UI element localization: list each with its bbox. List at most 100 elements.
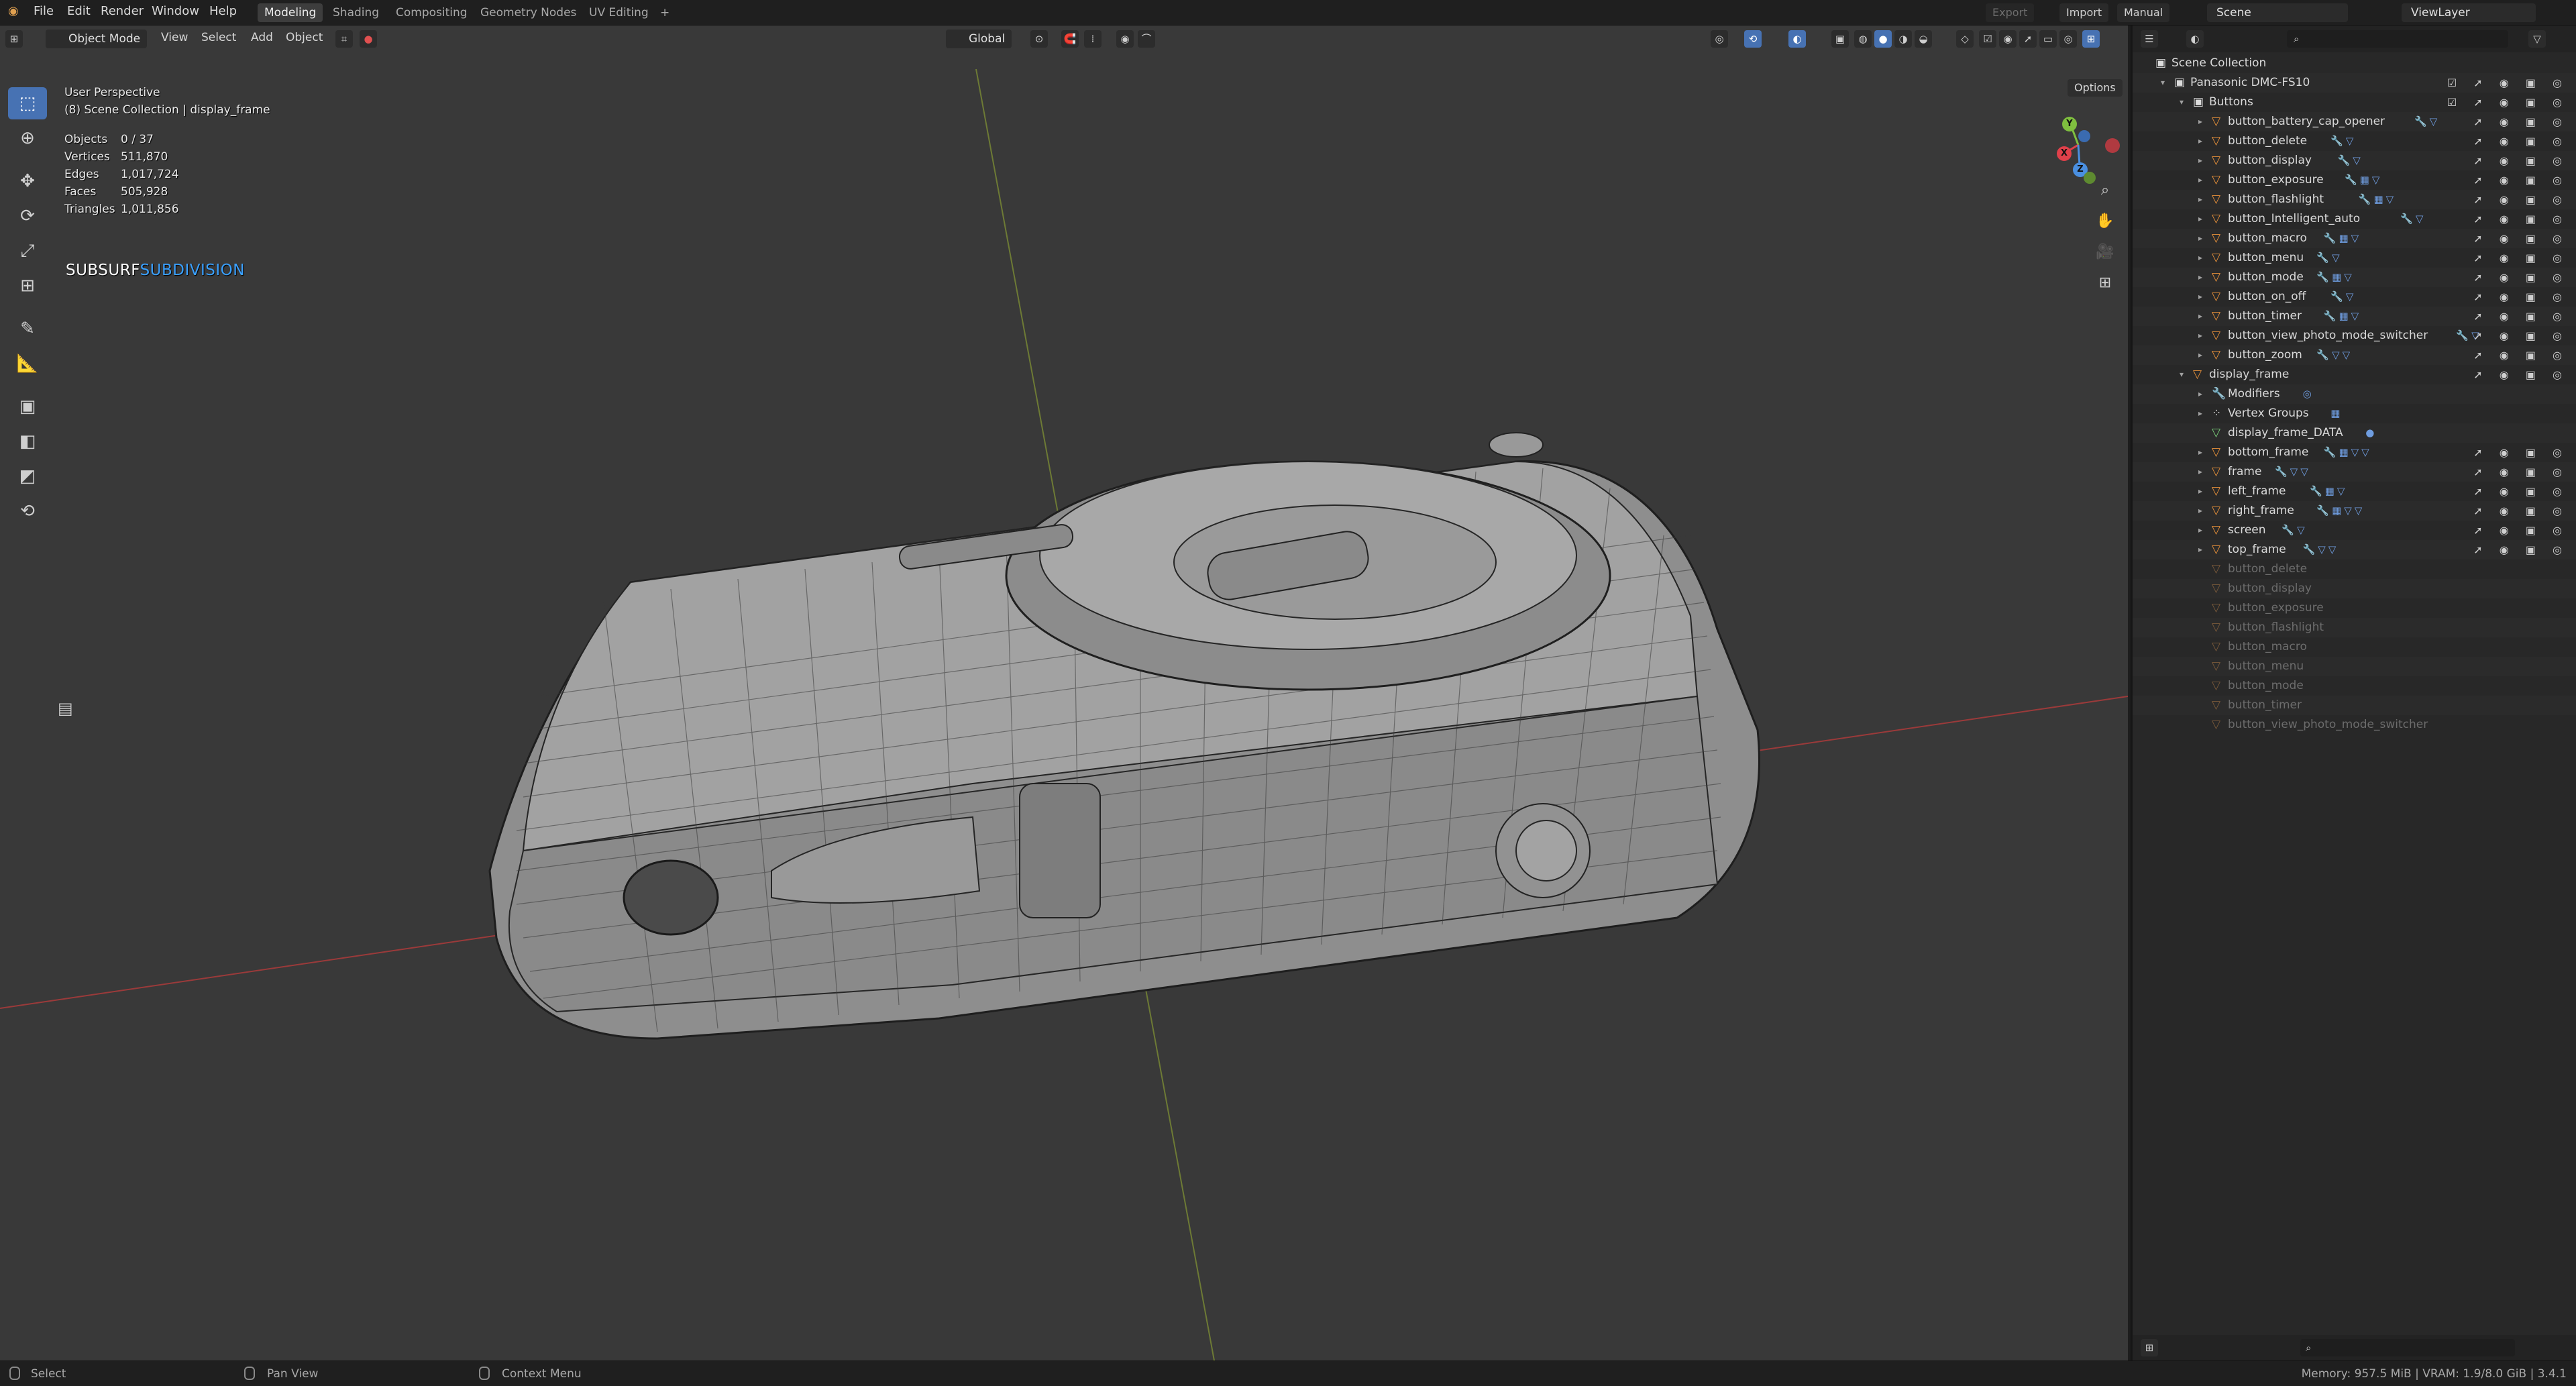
add-workspace-button[interactable]: + bbox=[653, 3, 676, 22]
xray-icon[interactable]: ▣ bbox=[1831, 30, 1849, 48]
scene-selector[interactable]: Scene bbox=[2207, 3, 2348, 22]
pivot-icon[interactable]: ● bbox=[360, 30, 377, 48]
expand-down-icon[interactable]: ▾ bbox=[2180, 365, 2184, 384]
wireframe-shading-icon[interactable]: ◍ bbox=[1854, 30, 1872, 48]
modifier-icons[interactable]: 🔧▽▽ bbox=[2303, 540, 2339, 559]
visibility-toggles[interactable]: ➚ ◉ ▣ ◎ bbox=[2473, 462, 2569, 482]
visibility-toggles[interactable]: ➚ ◉ ▣ ◎ bbox=[2473, 112, 2569, 131]
camera-view-icon[interactable]: 🎥 bbox=[2092, 239, 2118, 266]
outliner-search-input[interactable]: ⌕ bbox=[2287, 30, 2508, 48]
visibility-toggles[interactable]: ➚ ◉ ▣ ◎ bbox=[2473, 268, 2569, 287]
import-button[interactable]: Import bbox=[2059, 3, 2109, 22]
camera-icon[interactable]: ◎ bbox=[2059, 30, 2077, 48]
outliner-row[interactable]: ▸ ▽ button_display 🔧▽ ➚ ◉ ▣ ◎ bbox=[2133, 151, 2576, 170]
extrude-tool-icon[interactable]: ◧ bbox=[8, 425, 47, 458]
solid-shading-icon[interactable]: ● bbox=[1874, 30, 1892, 48]
blender-logo-icon[interactable]: ◉ bbox=[8, 4, 19, 18]
visibility-toggles[interactable]: ➚ ◉ ▣ ◎ bbox=[2473, 326, 2569, 345]
modifier-icons[interactable]: ▦ bbox=[2330, 404, 2343, 423]
visibility-toggles[interactable]: ➚ ◉ ▣ ◎ bbox=[2473, 540, 2569, 559]
outliner-row[interactable]: ▸ ▽ button_macro 🔧▦▽ ➚ ◉ ▣ ◎ bbox=[2133, 229, 2576, 248]
outliner-row[interactable]: ▾ ▣ Buttons ☑ ➚ ◉ ▣ ◎ bbox=[2133, 93, 2576, 112]
modifier-icons[interactable]: 🔧▽ bbox=[2400, 209, 2426, 229]
outliner-row[interactable]: ▸ ▽ right_frame 🔧▦▽▽ ➚ ◉ ▣ ◎ bbox=[2133, 501, 2576, 521]
modifier-icons[interactable]: 🔧▦▽▽ bbox=[2316, 501, 2365, 521]
properties-editor-icon[interactable]: ⊞ bbox=[2141, 1339, 2158, 1356]
expand-right-icon[interactable]: ▸ bbox=[2198, 443, 2202, 462]
visibility-icon[interactable]: ◎ bbox=[1711, 30, 1728, 48]
cursor-icon[interactable]: ➚ bbox=[2019, 30, 2037, 48]
menu-help[interactable]: Help bbox=[209, 4, 237, 18]
outliner-row[interactable]: ▸ ⁘ Vertex Groups ▦ bbox=[2133, 404, 2576, 423]
export-button[interactable]: Export bbox=[1986, 3, 2035, 22]
expand-down-icon[interactable]: ▾ bbox=[2180, 93, 2184, 112]
outliner-row[interactable]: ▸ ▽ top_frame 🔧▽▽ ➚ ◉ ▣ ◎ bbox=[2133, 540, 2576, 559]
tool-hint-icon[interactable]: ▤ bbox=[58, 699, 73, 718]
gizmo-y-axis[interactable]: Y bbox=[2062, 117, 2077, 131]
expand-right-icon[interactable]: ▸ bbox=[2198, 404, 2202, 423]
mode-selector[interactable]: Object Mode bbox=[46, 30, 148, 48]
viewport-menu-object[interactable]: Object bbox=[286, 31, 323, 44]
modifier-icons[interactable]: 🔧▦▽ bbox=[2310, 482, 2347, 501]
outliner-row[interactable]: ▽ button_mode bbox=[2133, 676, 2576, 696]
expand-right-icon[interactable]: ▸ bbox=[2198, 209, 2202, 229]
rotate-tool-icon[interactable]: ⟳ bbox=[8, 200, 47, 232]
expand-down-icon[interactable]: ▾ bbox=[2161, 73, 2165, 93]
visibility-toggles[interactable]: ➚ ◉ ▣ ◎ bbox=[2473, 307, 2569, 326]
outliner-row[interactable]: ▸ ▽ button_battery_cap_opener 🔧▽ ➚ ◉ ▣ ◎ bbox=[2133, 112, 2576, 131]
expand-right-icon[interactable]: ▸ bbox=[2198, 190, 2202, 209]
visibility-toggles[interactable]: ➚ ◉ ▣ ◎ bbox=[2473, 248, 2569, 268]
eye-icon[interactable]: ◉ bbox=[1999, 30, 2017, 48]
expand-right-icon[interactable]: ▸ bbox=[2198, 326, 2202, 345]
expand-right-icon[interactable]: ▸ bbox=[2198, 170, 2202, 190]
outliner-row[interactable]: ▸ ▽ button_Intelligent_auto 🔧▽ ➚ ◉ ▣ ◎ bbox=[2133, 209, 2576, 229]
menu-render[interactable]: Render bbox=[101, 4, 144, 18]
outliner-row[interactable]: ▸ ▽ screen 🔧▽ ➚ ◉ ▣ ◎ bbox=[2133, 521, 2576, 540]
outliner-editor-type-icon[interactable]: ☰ bbox=[2141, 30, 2158, 48]
move-tool-icon[interactable]: ✥ bbox=[8, 165, 47, 197]
visibility-toggles[interactable]: ☑ ➚ ◉ ▣ ◎ bbox=[2447, 73, 2569, 93]
modifier-icons[interactable]: 🔧▦▽ bbox=[2324, 229, 2361, 248]
outliner-row[interactable]: ▸ ▽ button_exposure 🔧▦▽ ➚ ◉ ▣ ◎ bbox=[2133, 170, 2576, 190]
outliner-row[interactable]: ▸ ▽ bottom_frame 🔧▦▽▽ ➚ ◉ ▣ ◎ bbox=[2133, 443, 2576, 462]
grid-toggle-icon[interactable]: ⊞ bbox=[2082, 30, 2100, 48]
snap-target-icon[interactable]: ⁞ bbox=[1084, 30, 1102, 48]
selectability-icon[interactable]: ◇ bbox=[1956, 30, 1974, 48]
expand-right-icon[interactable]: ▸ bbox=[2198, 151, 2202, 170]
material-shading-icon[interactable]: ◑ bbox=[1894, 30, 1912, 48]
outliner-row[interactable]: ▸ ▽ button_zoom 🔧▽▽ ➚ ◉ ▣ ◎ bbox=[2133, 345, 2576, 365]
visibility-toggles[interactable]: ➚ ◉ ▣ ◎ bbox=[2473, 345, 2569, 365]
orientation-selector[interactable]: Global bbox=[946, 30, 1012, 48]
outliner-row[interactable]: ▸ ▽ button_mode 🔧▦▽ ➚ ◉ ▣ ◎ bbox=[2133, 268, 2576, 287]
outliner-row[interactable]: ▸ ▽ button_on_off 🔧▽ ➚ ◉ ▣ ◎ bbox=[2133, 287, 2576, 307]
outliner-row[interactable]: ▽ button_exposure bbox=[2133, 598, 2576, 618]
inset-tool-icon[interactable]: ◩ bbox=[8, 460, 47, 492]
outliner-row[interactable]: ▽ button_timer bbox=[2133, 696, 2576, 715]
outliner-row[interactable]: ▣ Scene Collection bbox=[2133, 54, 2576, 73]
tab-compositing[interactable]: Compositing bbox=[389, 3, 474, 22]
3d-viewport[interactable]: ⊞ Object Mode View Select Add Object ⌗ ●… bbox=[0, 25, 2128, 1361]
outliner-row[interactable]: ▸ 🔧 Modifiers ◎ bbox=[2133, 384, 2576, 404]
snap-selector-icon[interactable]: ⌗ bbox=[335, 30, 353, 48]
visibility-toggles[interactable]: ➚ ◉ ▣ ◎ bbox=[2473, 131, 2569, 151]
editor-type-icon[interactable]: ⊞ bbox=[5, 30, 23, 48]
outliner-row[interactable]: ▾ ▽ display_frame ➚ ◉ ▣ ◎ bbox=[2133, 365, 2576, 384]
expand-right-icon[interactable]: ▸ bbox=[2198, 268, 2202, 287]
modifier-icons[interactable]: 🔧▽ bbox=[2316, 248, 2342, 268]
tab-uv-editing[interactable]: UV Editing bbox=[582, 3, 655, 22]
scale-tool-icon[interactable]: ⤢ bbox=[8, 235, 47, 267]
modifier-icons[interactable]: 🔧▦▽ bbox=[2359, 190, 2396, 209]
visibility-toggles[interactable]: ➚ ◉ ▣ ◎ bbox=[2473, 229, 2569, 248]
outliner-row[interactable]: ▽ button_view_photo_mode_switcher bbox=[2133, 715, 2576, 735]
viewlayer-selector[interactable]: ViewLayer bbox=[2402, 3, 2536, 22]
visibility-toggles[interactable]: ➚ ◉ ▣ ◎ bbox=[2473, 151, 2569, 170]
visibility-toggles[interactable]: ➚ ◉ ▣ ◎ bbox=[2473, 170, 2569, 190]
measure-tool-icon[interactable]: 📐 bbox=[8, 348, 47, 380]
outliner-row[interactable]: ▽ display_frame_DATA ● bbox=[2133, 423, 2576, 443]
modifier-icons[interactable]: 🔧▽ bbox=[2330, 287, 2356, 307]
expand-right-icon[interactable]: ▸ bbox=[2198, 229, 2202, 248]
add-cube-tool-icon[interactable]: ▣ bbox=[8, 390, 47, 423]
ortho-grid-icon[interactable]: ⊞ bbox=[2092, 270, 2118, 297]
visibility-toggles[interactable]: ➚ ◉ ▣ ◎ bbox=[2473, 521, 2569, 540]
outliner-row[interactable]: ▽ button_menu bbox=[2133, 657, 2576, 676]
